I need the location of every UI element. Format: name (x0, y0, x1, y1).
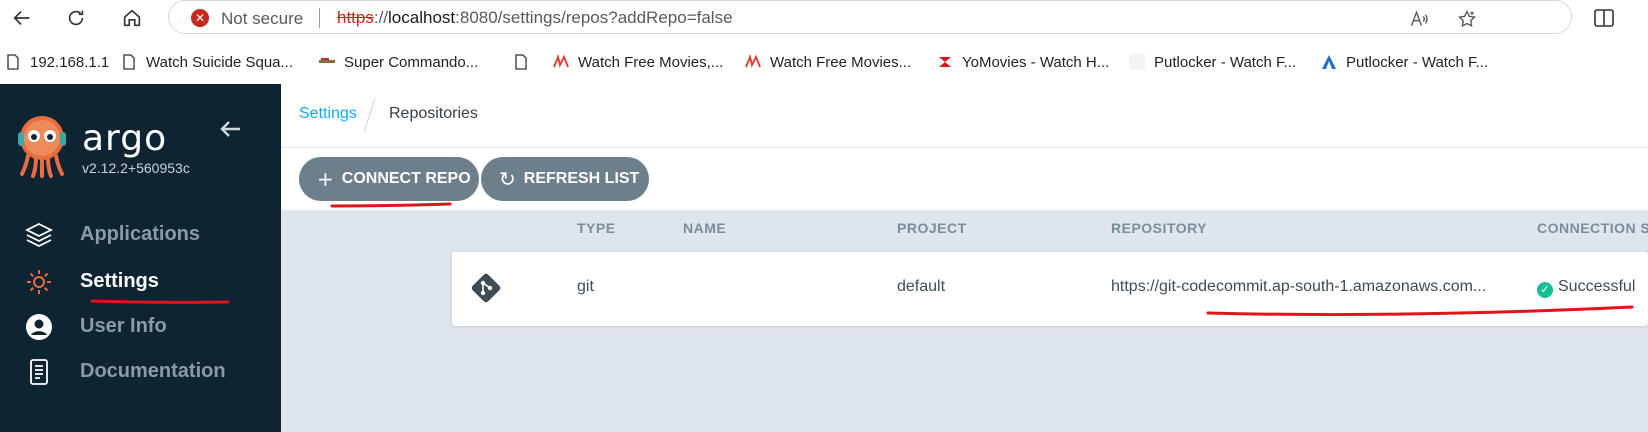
repo-url[interactable]: https://git-codecommit.ap-south-1.amazon… (1111, 278, 1486, 296)
bookmark-item[interactable]: Putlocker - Watch F... (1128, 50, 1296, 74)
page-title: Repositories (389, 105, 478, 122)
sidebar-item-label: User Info (80, 315, 167, 337)
site-icon (552, 53, 570, 71)
action-bar: + CONNECT REPO ↻ REFRESH LIST (281, 148, 1648, 210)
page-icon (4, 53, 22, 71)
connect-repo-label: CONNECT REPO (341, 170, 471, 187)
bookmark-item[interactable]: Watch Suicide Squa... (120, 50, 293, 74)
reload-icon[interactable] (60, 2, 92, 34)
refresh-list-label: REFRESH LIST (523, 170, 640, 187)
version-label: v2.12.2+560953c (82, 160, 190, 176)
argo-logo-icon[interactable] (16, 116, 68, 178)
git-icon (470, 272, 502, 304)
connection-status-label: Successful (1558, 278, 1636, 295)
url-text[interactable]: https://localhost:8080/settings/repos?ad… (337, 8, 733, 28)
sidebar: argo v2.12.2+560953c Applications Settin… (0, 84, 281, 432)
sidebar-item-documentation[interactable]: Documentation (0, 352, 281, 392)
bookmark-item[interactable]: Watch Free Movies,... (552, 50, 723, 74)
bookmark-label: Putlocker - Watch F... (1346, 53, 1488, 71)
favorite-star-icon[interactable] (1455, 7, 1479, 31)
plus-icon: + (317, 167, 334, 191)
main-content: Settings Repositories + CONNECT REPO ↻ R… (281, 84, 1648, 432)
split-screen-icon[interactable] (1592, 6, 1616, 30)
bookmark-item[interactable]: YoMovies - Watch H... (936, 50, 1109, 74)
check-circle-icon: ✓ (1537, 282, 1553, 298)
repo-type: git (577, 278, 594, 295)
sidebar-item-label: Documentation (80, 360, 226, 382)
bookmark-item[interactable]: Watch Free Movies... (744, 50, 911, 74)
bookmark-label: Watch Free Movies... (770, 53, 912, 71)
site-icon (936, 53, 954, 71)
bookmark-item[interactable]: Putlocker - Watch F... (1320, 50, 1488, 74)
bookmarks-bar: 192.168.1.1 Watch Suicide Squa... Super … (0, 44, 1648, 80)
user-icon (24, 312, 54, 342)
breadcrumb-separator (363, 98, 376, 132)
site-icon (1320, 53, 1338, 71)
url-path: :8080/settings/repos?addRepo=false (455, 8, 733, 27)
bookmark-label: Putlocker - Watch F... (1154, 53, 1296, 71)
table-row[interactable]: git default https://git-codecommit.ap-so… (452, 252, 1648, 326)
book-icon (24, 357, 54, 387)
brand-name: argo (82, 118, 168, 159)
address-bar[interactable]: ✕ Not secure https://localhost:8080/sett… (168, 0, 1572, 34)
connection-status: ✓ Successful (1537, 278, 1635, 298)
home-icon[interactable] (116, 2, 148, 34)
bookmark-label: Super Commando... (344, 53, 479, 71)
column-header-type[interactable]: TYPE (577, 220, 616, 236)
browser-toolbar: ✕ Not secure https://localhost:8080/sett… (0, 0, 1648, 36)
bookmark-item[interactable] (512, 50, 538, 74)
address-divider (319, 8, 320, 28)
column-header-connection-status[interactable]: CONNECTION ST (1537, 220, 1648, 236)
gear-icon (24, 267, 54, 297)
site-icon (318, 53, 336, 71)
back-icon[interactable] (6, 2, 38, 34)
sidebar-item-applications[interactable]: Applications (0, 215, 281, 255)
column-header-name[interactable]: NAME (683, 220, 726, 236)
bookmark-label: Watch Suicide Squa... (146, 53, 294, 71)
bookmark-item[interactable]: 192.168.1.1 (4, 50, 109, 74)
bookmark-label: Watch Free Movies,... (578, 53, 724, 71)
refresh-list-button[interactable]: ↻ REFRESH LIST (481, 157, 649, 201)
breadcrumb: Settings Repositories (281, 84, 1648, 148)
page-icon (120, 53, 138, 71)
bookmark-item[interactable]: Super Commando... (318, 50, 478, 74)
layers-icon (24, 220, 54, 250)
collapse-sidebar-icon[interactable] (216, 114, 246, 144)
url-scheme-sep: :// (373, 8, 389, 27)
column-header-project[interactable]: PROJECT (897, 220, 967, 236)
url-host: localhost (388, 8, 456, 27)
connect-repo-button[interactable]: + CONNECT REPO (299, 157, 479, 201)
url-scheme: https (337, 8, 374, 27)
page-icon (512, 53, 530, 71)
site-icon (1128, 53, 1146, 71)
site-icon (744, 53, 762, 71)
column-header-repository[interactable]: REPOSITORY (1111, 220, 1207, 236)
not-secure-icon[interactable]: ✕ (191, 9, 209, 27)
repo-project: default (897, 278, 946, 295)
read-aloud-icon[interactable] (1407, 7, 1431, 31)
security-label[interactable]: Not secure (221, 9, 303, 29)
breadcrumb-settings-link[interactable]: Settings (299, 105, 357, 123)
sidebar-item-settings[interactable]: Settings (0, 262, 281, 302)
sidebar-item-label: Applications (80, 223, 201, 245)
sidebar-item-label: Settings (80, 270, 159, 292)
bookmark-label: 192.168.1.1 (30, 53, 110, 71)
sidebar-item-user-info[interactable]: User Info (0, 307, 281, 347)
bookmark-label: YoMovies - Watch H... (962, 53, 1110, 71)
refresh-icon: ↻ (499, 167, 516, 191)
